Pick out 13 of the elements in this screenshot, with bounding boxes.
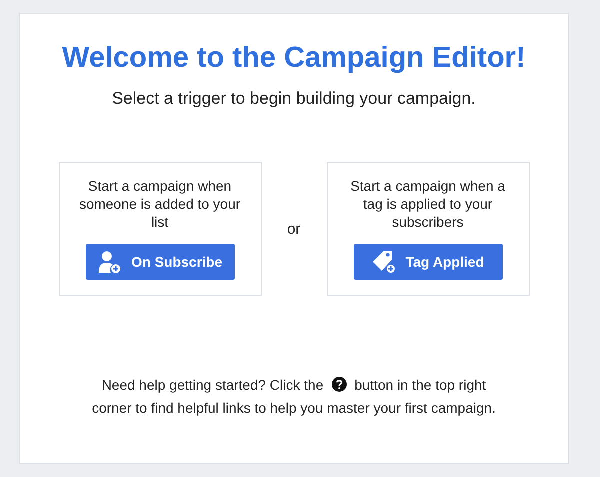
- on-subscribe-button[interactable]: On Subscribe: [86, 244, 234, 280]
- help-text: corner to find helpful links to help you master your first campaign.: [92, 400, 496, 416]
- trigger-description: Start a campaign when someone is added to your list: [78, 177, 242, 231]
- trigger-description: Start a campaign when a tag is applied to your subscribers: [350, 177, 506, 231]
- welcome-title: Welcome to the Campaign Editor!: [62, 42, 526, 75]
- or-separator: or: [286, 220, 302, 238]
- tag-add-icon: [372, 250, 396, 274]
- help-text: Need help getting started? Click the: [102, 377, 324, 393]
- help-icon: [332, 377, 347, 392]
- user-add-icon: [97, 250, 122, 274]
- subtitle: Select a trigger to begin building your campaign.: [112, 89, 476, 109]
- help-text: button in the top right: [354, 377, 486, 393]
- tag-applied-button[interactable]: Tag Applied: [354, 244, 502, 280]
